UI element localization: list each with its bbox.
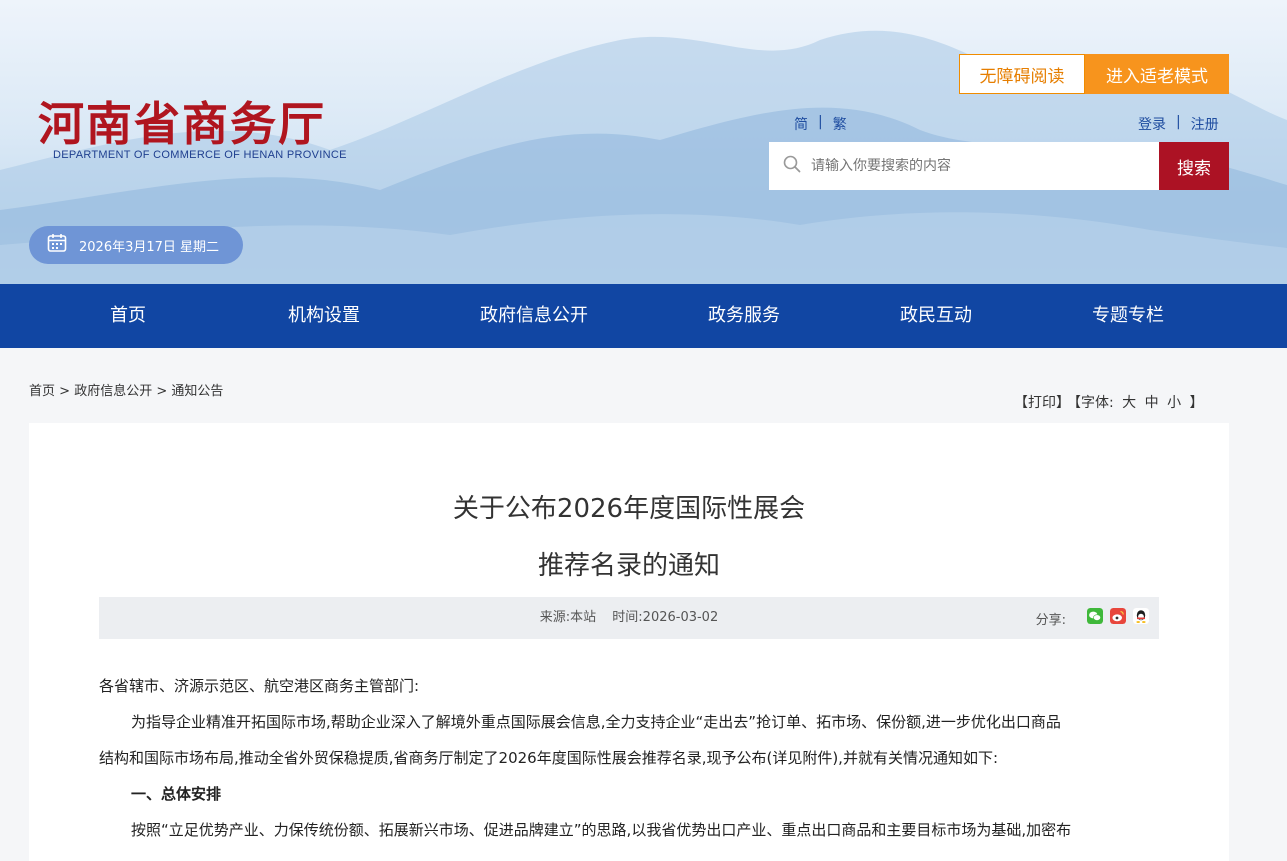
article-paragraph: 结构和国际市场布局,推动全省外贸保稳提质,省商务厅制定了2026年度国际性展会推… xyxy=(99,749,999,767)
font-large-button[interactable]: 大 xyxy=(1122,395,1136,411)
print-button[interactable]: 【打印】 xyxy=(1014,395,1070,411)
share-label: 分享: xyxy=(1035,612,1066,628)
article-salutation: 各省辖市、济源示范区、航空港区商务主管部门: xyxy=(99,677,420,695)
article-tools: 【打印】 【字体: 大 中 小 】 xyxy=(1012,392,1206,412)
article-title-line1: 关于公布2026年度国际性展会 xyxy=(452,494,806,524)
article-title-line2: 推荐名录的通知 xyxy=(537,551,720,581)
nav-item-organization[interactable]: 机构设置 xyxy=(288,284,360,348)
site-logo-subtitle: DEPARTMENT OF COMMERCE OF HENAN PROVINCE xyxy=(53,149,347,161)
article-paragraph: 为指导企业精准开拓国际市场,帮助企业深入了解境外重点国际展会信息,全力支持企业“… xyxy=(131,713,1061,731)
nav-item-services[interactable]: 政务服务 xyxy=(708,284,780,348)
breadcrumb-separator: > xyxy=(156,384,168,399)
article-time: 时间:2026-03-02 xyxy=(612,610,719,625)
article-title: 关于公布2026年度国际性展会 推荐名录的通知 xyxy=(29,481,1229,595)
article-source: 来源:本站 xyxy=(539,610,597,625)
nav-item-gov-info[interactable]: 政府信息公开 xyxy=(480,284,588,348)
site-header: 河南省商务厅 DEPARTMENT OF COMMERCE OF HENAN P… xyxy=(0,0,1287,284)
register-link[interactable]: 注册 xyxy=(1191,114,1219,134)
article-paragraph: 按照“立足优势产业、力保传统份额、拓展新兴市场、促进品牌建立”的思路,以我省优势… xyxy=(131,821,1072,839)
nav-item-topics[interactable]: 专题专栏 xyxy=(1092,284,1164,348)
nav-item-interaction[interactable]: 政民互动 xyxy=(900,284,972,348)
search-bar: 搜索 xyxy=(769,142,1229,190)
search-box xyxy=(769,142,1159,190)
date-badge: 2026年3月17日 星期二 xyxy=(29,226,243,264)
accessibility-reading-button[interactable]: 无障碍阅读 xyxy=(959,54,1085,94)
search-input[interactable] xyxy=(811,158,1141,174)
account-links: 登录 | 注册 xyxy=(1138,114,1219,134)
article-section-heading: 一、总体安排 xyxy=(131,785,222,803)
language-switch: 简 | 繁 xyxy=(794,114,847,134)
font-size-label: 【字体: xyxy=(1074,395,1114,411)
article-container: 关于公布2026年度国际性展会 推荐名录的通知 来源:本站 时间:2026-03… xyxy=(29,423,1229,861)
breadcrumb: 首页 > 政府信息公开 > 通知公告 xyxy=(29,380,223,399)
article-meta: 来源:本站 时间:2026-03-02 xyxy=(99,597,1159,639)
breadcrumb-home[interactable]: 首页 xyxy=(29,384,55,399)
article-body: 各省辖市、济源示范区、航空港区商务主管部门: 为指导企业精准开拓国际市场,帮助企… xyxy=(99,668,1159,848)
accessibility-buttons: 无障碍阅读 进入适老模式 xyxy=(959,54,1229,94)
breadcrumb-section[interactable]: 政府信息公开 xyxy=(74,384,152,399)
font-medium-button[interactable]: 中 xyxy=(1145,395,1159,411)
login-link[interactable]: 登录 xyxy=(1138,114,1166,134)
lang-separator: | xyxy=(818,114,823,130)
lang-simplified-link[interactable]: 简 xyxy=(794,114,808,134)
qq-icon[interactable] xyxy=(1133,608,1149,628)
lang-traditional-link[interactable]: 繁 xyxy=(833,114,847,134)
search-icon xyxy=(783,155,801,177)
breadcrumb-current[interactable]: 通知公告 xyxy=(171,384,223,399)
weibo-icon[interactable] xyxy=(1110,608,1126,628)
font-small-button[interactable]: 小 xyxy=(1167,395,1181,411)
breadcrumb-separator: > xyxy=(59,384,71,399)
account-separator: | xyxy=(1176,114,1181,130)
current-date: 2026年3月17日 星期二 xyxy=(79,239,220,255)
share-bar: 分享: xyxy=(1036,597,1149,639)
article-meta-bar: 来源:本站 时间:2026-03-02 分享: xyxy=(99,597,1159,639)
wechat-icon[interactable] xyxy=(1087,608,1103,628)
calendar-icon xyxy=(47,233,67,257)
nav-item-home[interactable]: 首页 xyxy=(110,284,146,348)
font-size-close: 】 xyxy=(1189,395,1204,411)
elder-mode-button[interactable]: 进入适老模式 xyxy=(1085,54,1229,94)
main-nav: 首页 机构设置 政府信息公开 政务服务 政民互动 专题专栏 xyxy=(0,284,1287,348)
search-button[interactable]: 搜索 xyxy=(1159,142,1229,190)
site-logo-title[interactable]: 河南省商务厅 xyxy=(38,88,326,154)
